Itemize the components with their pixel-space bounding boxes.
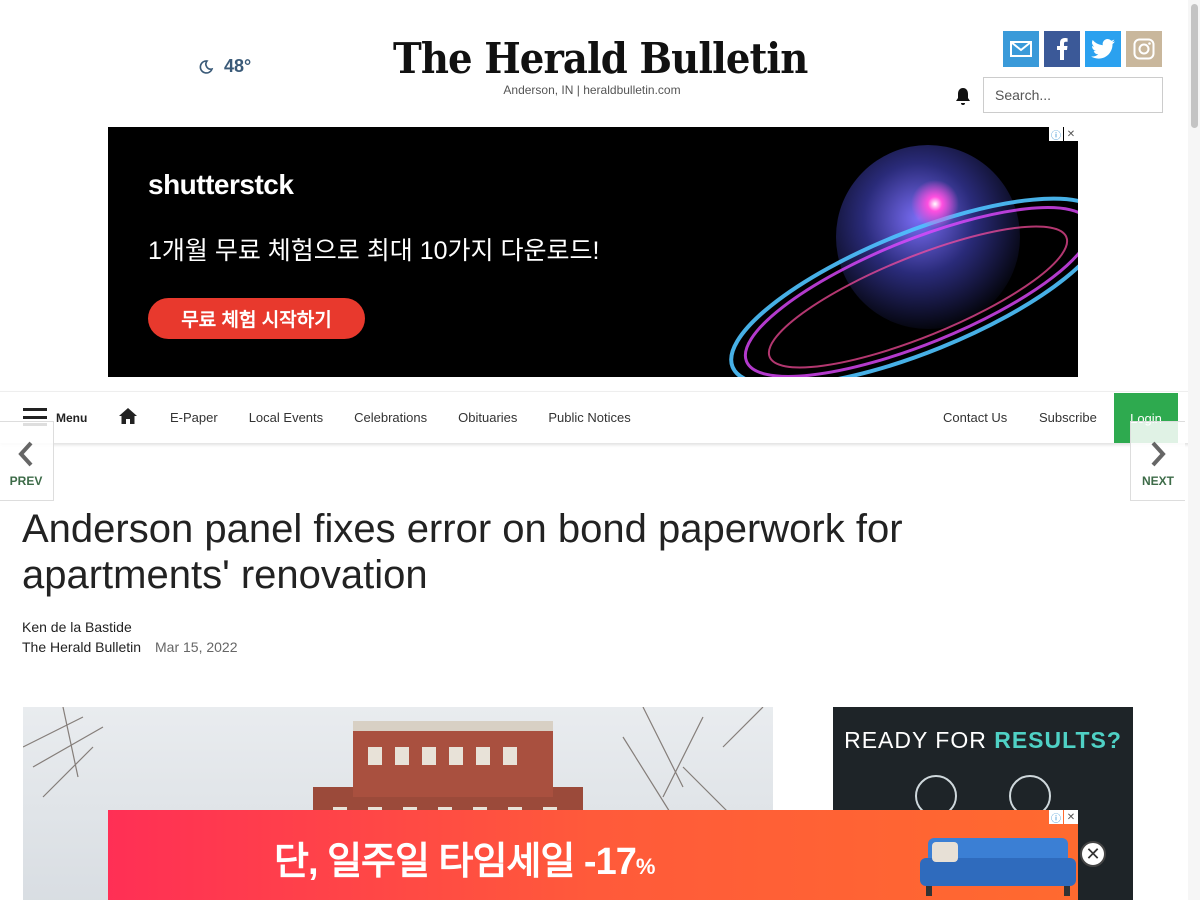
article-author[interactable]: Ken de la Bastide — [22, 619, 132, 635]
info-icon[interactable]: ⓘ — [1049, 810, 1063, 825]
nav-link-celebrations[interactable]: Celebrations — [354, 410, 427, 425]
close-ad-button[interactable]: ✕ — [1080, 841, 1106, 867]
sofa-image — [920, 838, 1076, 896]
main-nav: Menu E-Paper Local Events Celebrations O… — [0, 391, 1200, 443]
close-icon[interactable]: ✕ — [1064, 810, 1078, 824]
search-input[interactable] — [983, 77, 1163, 113]
bell-icon[interactable] — [954, 87, 972, 107]
adchoices: ⓘ ✕ — [1049, 127, 1078, 142]
home-icon[interactable] — [118, 407, 138, 425]
instagram-icon[interactable] — [1126, 31, 1162, 67]
prev-article-button[interactable]: PREV — [0, 421, 54, 501]
twitter-icon[interactable] — [1085, 31, 1121, 67]
nav-link-local-events[interactable]: Local Events — [249, 410, 323, 425]
side-ad-headline: READY FOR RESULTS? — [844, 727, 1122, 753]
close-icon[interactable]: ✕ — [1064, 127, 1078, 141]
scrollbar-thumb[interactable] — [1191, 4, 1198, 128]
nav-link-subscribe[interactable]: Subscribe — [1039, 410, 1097, 425]
nav-link-contact[interactable]: Contact Us — [943, 410, 1007, 425]
prev-label: PREV — [9, 474, 43, 488]
info-icon[interactable]: ⓘ — [1049, 127, 1063, 142]
article-title: Anderson panel fixes error on bond paper… — [22, 507, 903, 597]
next-label: NEXT — [1141, 474, 1174, 488]
chevron-left-icon — [18, 441, 33, 467]
ad-cta-button[interactable]: 무료 체험 시작하기 — [148, 298, 365, 339]
bottom-advertisement[interactable]: 단, 일주일 타임세일 -17% ⓘ ✕ — [108, 810, 1078, 900]
social-links — [1003, 31, 1162, 67]
next-article-button[interactable]: NEXT — [1130, 421, 1185, 501]
scrollbar[interactable] — [1188, 0, 1200, 900]
top-advertisement[interactable]: shutterstck 1개월 무료 체험으로 최대 10가지 다운로드! 무료… — [108, 127, 1078, 377]
planet-illustration — [729, 145, 1078, 377]
article-source: The Herald Bulletin — [22, 639, 142, 655]
chevron-right-icon — [1151, 441, 1166, 467]
article-date: Mar 15, 2022 — [155, 639, 238, 655]
nav-link-public-notices[interactable]: Public Notices — [548, 410, 630, 425]
ad-brand: shutterstck — [148, 169, 294, 200]
site-logo[interactable]: The Herald Bulletin — [393, 34, 808, 83]
nav-links: E-Paper Local Events Celebrations Obitua… — [170, 410, 662, 425]
email-icon[interactable] — [1003, 31, 1039, 67]
bottom-ad-text: 단, 일주일 타임세일 -17% — [274, 841, 655, 883]
nav-link-epaper[interactable]: E-Paper — [170, 410, 218, 425]
nav-link-obituaries[interactable]: Obituaries — [458, 410, 517, 425]
facebook-icon[interactable] — [1044, 31, 1080, 67]
bottom-adchoices: ⓘ ✕ — [1049, 810, 1078, 825]
ad-headline: 1개월 무료 체험으로 최대 10가지 다운로드! — [148, 237, 600, 265]
menu-button[interactable]: Menu — [56, 411, 87, 425]
